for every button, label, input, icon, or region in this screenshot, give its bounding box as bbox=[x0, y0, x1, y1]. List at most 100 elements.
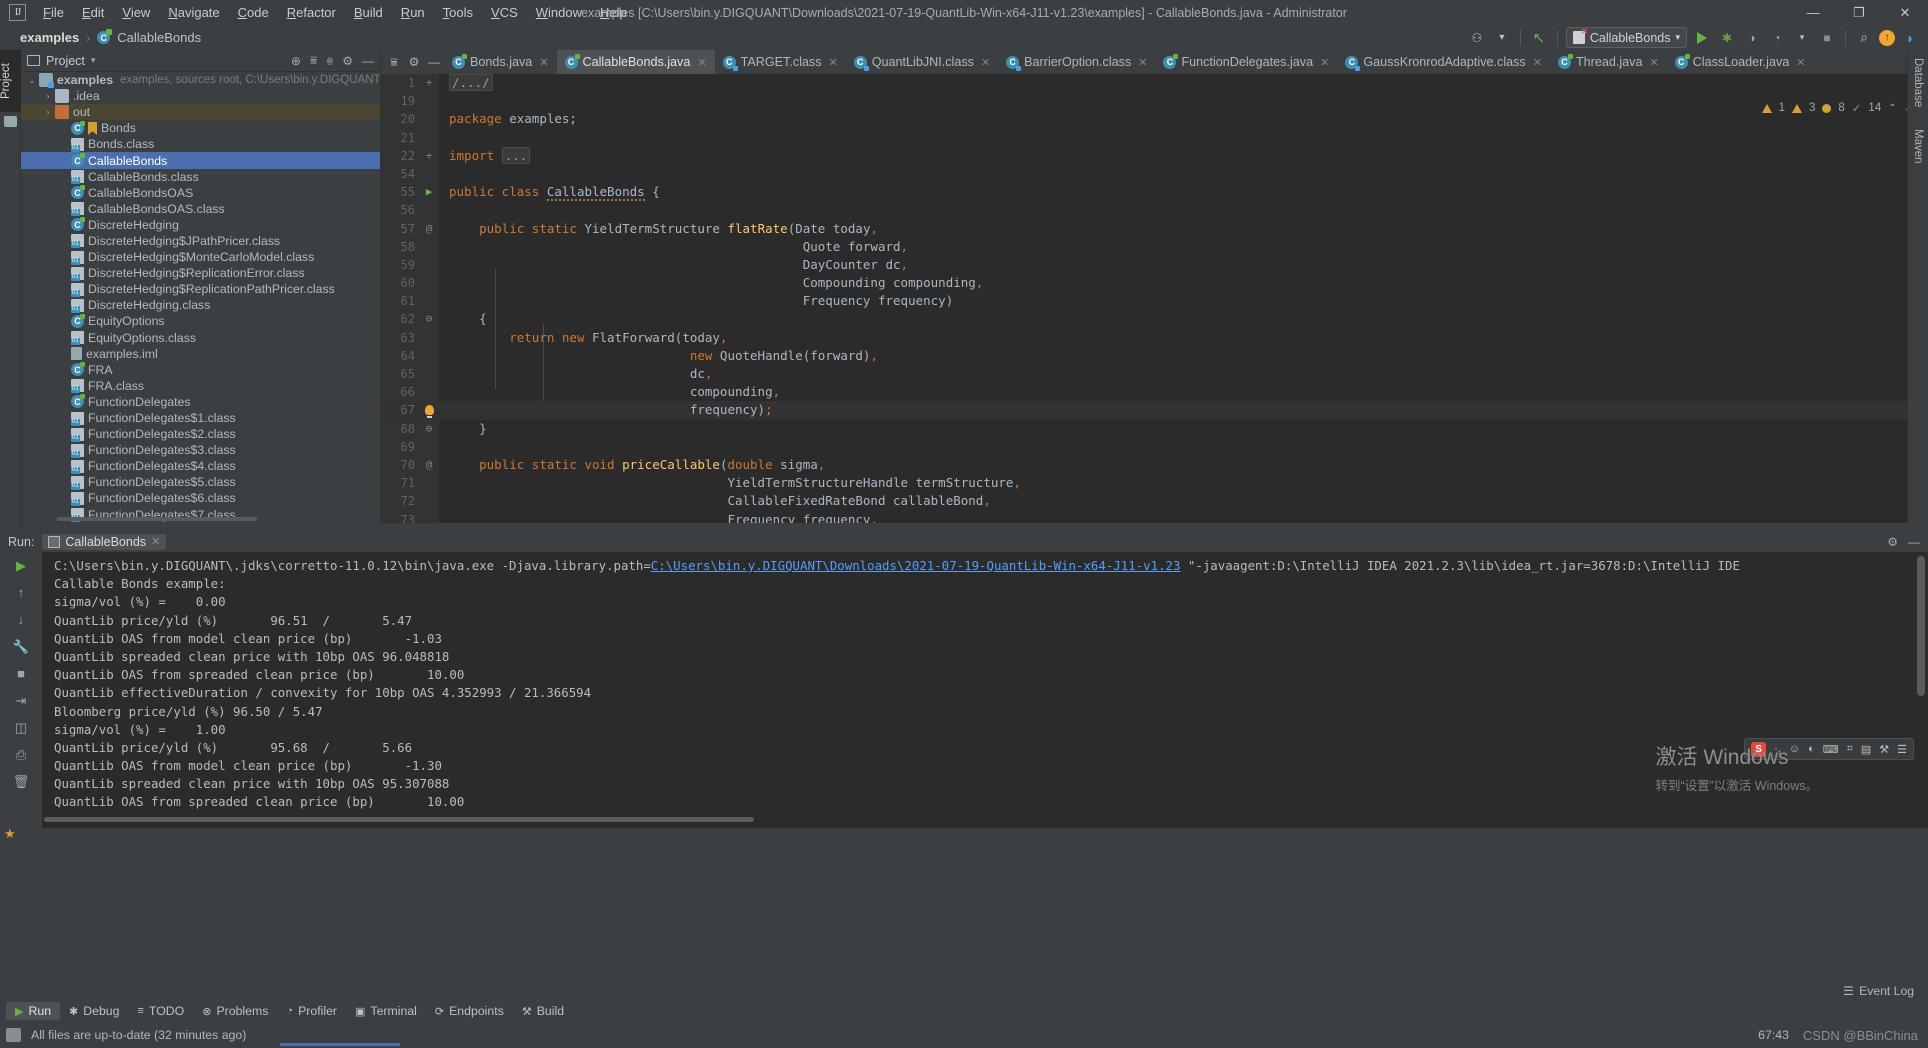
close-icon[interactable]: ✕ bbox=[1533, 56, 1542, 69]
editor-tab-thread-java[interactable]: C Thread.java ✕ bbox=[1549, 50, 1667, 74]
ime-grid-icon[interactable]: ▤ bbox=[1861, 743, 1871, 756]
code-line[interactable]: 55 ▶ public class CallableBonds { bbox=[381, 183, 1928, 202]
scroll-up-icon[interactable]: ↑ bbox=[0, 579, 42, 606]
project-horizontal-scrollbar[interactable] bbox=[57, 517, 257, 521]
tree-item[interactable]: FunctionDelegates$4.class bbox=[21, 458, 380, 474]
code-line[interactable]: 65 dc, bbox=[381, 365, 1928, 383]
project-tree[interactable]: ⌄ examples examples, sources root, C:\User… bbox=[21, 72, 380, 523]
coverage-button[interactable]: ◑ bbox=[1742, 28, 1762, 48]
tree-item[interactable]: C FRA bbox=[21, 362, 380, 378]
editor-tab-functiondelegates-java[interactable]: C FunctionDelegates.java ✕ bbox=[1155, 50, 1338, 74]
code-line[interactable]: 61 Frequency frequency) bbox=[381, 292, 1928, 310]
menu-item-refactor[interactable]: Refactor bbox=[278, 2, 345, 23]
status-menu-icon[interactable] bbox=[6, 1028, 21, 1042]
override-gutter-icon[interactable]: @ bbox=[421, 220, 437, 238]
profiler-button[interactable]: ◔ bbox=[1767, 28, 1787, 48]
close-icon[interactable]: ✕ bbox=[151, 535, 160, 548]
run-session-tab[interactable]: CallableBonds ✕ bbox=[42, 533, 167, 550]
code-line[interactable]: 68 ⊖ } bbox=[381, 420, 1928, 438]
tree-item[interactable]: C DiscreteHedging bbox=[21, 217, 380, 233]
code-line[interactable]: 73 Frequency frequency, bbox=[381, 511, 1928, 524]
tree-item[interactable]: DiscreteHedging$MonteCarloModel.class bbox=[21, 249, 380, 265]
intention-bulb-icon[interactable] bbox=[425, 405, 434, 419]
code-editor[interactable]: 1 + /.../ 19 20 package examples; 21 22 + import … bbox=[381, 74, 1928, 523]
tool-window-button-build[interactable]: ⚒ Build bbox=[513, 1002, 573, 1020]
expand-arrow-icon[interactable]: › bbox=[41, 107, 55, 117]
expand-icon[interactable]: ⩷ bbox=[326, 53, 333, 68]
menu-item-file[interactable]: File bbox=[34, 2, 73, 23]
tool-tab-maven[interactable]: Maven bbox=[1908, 121, 1928, 172]
console-vertical-scrollbar[interactable] bbox=[1917, 556, 1925, 696]
tree-item[interactable]: DiscreteHedging.class bbox=[21, 297, 380, 313]
editor-tab-barrieroption-class[interactable]: C BarrierOption.class ✕ bbox=[998, 50, 1156, 74]
scroll-down-icon[interactable]: ↓ bbox=[0, 606, 42, 633]
code-line[interactable]: 70 @ public static void priceCallable(dou… bbox=[381, 456, 1928, 474]
expand-arrow-icon[interactable]: › bbox=[41, 91, 55, 101]
tool-tab-project[interactable]: Project bbox=[0, 50, 21, 112]
debug-button[interactable]: ✱ bbox=[1717, 28, 1737, 48]
tool-window-button-profiler[interactable]: ◔ Profiler bbox=[277, 1002, 346, 1020]
code-line[interactable]: 62 ⊖ { bbox=[381, 310, 1928, 328]
tree-item[interactable]: C FunctionDelegates bbox=[21, 394, 380, 410]
code-line[interactable]: 54 bbox=[381, 165, 1928, 183]
code-line[interactable]: 19 bbox=[381, 92, 1928, 110]
editor-tab-target-class[interactable]: C TARGET.class ✕ bbox=[714, 50, 846, 74]
code-line[interactable]: 20 package examples; bbox=[381, 110, 1928, 128]
stop-button[interactable]: ■ bbox=[1817, 28, 1837, 48]
fold-gutter-icon[interactable]: ⊖ bbox=[421, 310, 437, 328]
editor-tab-callablebonds-java[interactable]: C CallableBonds.java ✕ bbox=[556, 50, 715, 74]
tree-item[interactable]: FunctionDelegates$6.class bbox=[21, 490, 380, 506]
menu-item-run[interactable]: Run bbox=[392, 2, 434, 23]
fold-gutter-icon[interactable]: + bbox=[421, 74, 437, 92]
tree-item[interactable]: CallableBonds.class bbox=[21, 169, 380, 185]
code-line[interactable]: 67 frequency); bbox=[381, 401, 1928, 420]
code-line[interactable]: 57 @ public static YieldTermStructure fla… bbox=[381, 220, 1928, 238]
tree-item[interactable]: C CallableBondsOAS bbox=[21, 185, 380, 201]
chevron-up-icon[interactable]: ⌃ bbox=[1888, 103, 1896, 114]
editor-tab-classloader-java[interactable]: C ClassLoader.java ✕ bbox=[1666, 50, 1814, 74]
code-lines[interactable]: 1 + /.../ 19 20 package examples; 21 22 + import … bbox=[381, 74, 1928, 523]
tool-window-button-debug[interactable]: ✱ Debug bbox=[60, 1002, 128, 1020]
tool-window-button-problems[interactable]: ⊗ Problems bbox=[193, 1002, 277, 1020]
menu-item-help[interactable]: Help bbox=[591, 2, 636, 23]
trash-icon[interactable]: 🗑 bbox=[0, 768, 42, 795]
tree-item[interactable]: DiscreteHedging$JPathPricer.class bbox=[21, 233, 380, 249]
close-icon[interactable]: ✕ bbox=[829, 56, 838, 69]
maximize-button[interactable]: ❐ bbox=[1836, 0, 1882, 25]
stop-icon[interactable]: ■ bbox=[0, 660, 42, 687]
console-link[interactable]: C:\Users\bin.y.DIGQUANT\Downloads\2021-0… bbox=[651, 558, 1181, 573]
close-button[interactable]: ✕ bbox=[1882, 0, 1928, 25]
locate-icon[interactable]: ⊕ bbox=[291, 54, 301, 68]
tree-item[interactable]: CallableBondsOAS.class bbox=[21, 201, 380, 217]
tool-window-button-endpoints[interactable]: ⟳ Endpoints bbox=[426, 1002, 513, 1020]
console-output[interactable]: C:\Users\bin.y.DIGQUANT\.jdks\corretto-1… bbox=[42, 552, 1928, 828]
profiler-chevron-icon[interactable]: ▾ bbox=[1792, 28, 1812, 48]
close-icon[interactable]: ✕ bbox=[1649, 56, 1658, 69]
override-gutter-icon[interactable]: @ bbox=[421, 456, 437, 474]
event-log-button[interactable]: ☰ Event Log bbox=[1843, 984, 1914, 998]
update-icon[interactable]: ↑ bbox=[1879, 29, 1895, 46]
expand-arrow-icon[interactable]: ⌄ bbox=[25, 75, 39, 86]
code-line[interactable]: 1 + /.../ bbox=[381, 74, 1928, 92]
rerun-icon[interactable]: ▶ bbox=[0, 552, 42, 579]
tool-window-button-todo[interactable]: ≡ TODO bbox=[129, 1002, 194, 1020]
ime-symbol-icon[interactable]: ⌗ bbox=[1847, 743, 1853, 756]
code-line[interactable]: 58 Quote forward, bbox=[381, 238, 1928, 256]
tree-item[interactable]: EquityOptions.class bbox=[21, 330, 380, 346]
menu-item-navigate[interactable]: Navigate bbox=[159, 2, 228, 23]
hide-editor-icon[interactable]: — bbox=[424, 51, 444, 73]
tool-window-button-run[interactable]: ▶ Run bbox=[6, 1002, 61, 1020]
editor-tab-quantlibjni-class[interactable]: C QuantLibJNI.class ✕ bbox=[845, 50, 999, 74]
code-line[interactable]: 64 new QuoteHandle(forward), bbox=[381, 347, 1928, 365]
print-icon[interactable]: ⎙ bbox=[0, 741, 42, 768]
close-icon[interactable]: ✕ bbox=[697, 56, 706, 69]
ide-icon[interactable]: ◗ bbox=[1900, 28, 1920, 48]
run-gutter-icon[interactable]: ▶ bbox=[421, 183, 437, 201]
collapse-icon[interactable]: ⩸ bbox=[384, 51, 404, 73]
hide-run-panel-icon[interactable]: — bbox=[1908, 535, 1920, 549]
ime-menu-icon[interactable]: ☰ bbox=[1897, 743, 1907, 756]
code-line[interactable]: 63 return new FlatForward(today, bbox=[381, 329, 1928, 347]
code-line[interactable]: 59 DayCounter dc, bbox=[381, 256, 1928, 274]
code-line[interactable]: 72 CallableFixedRateBond callableBond, bbox=[381, 492, 1928, 510]
camera-icon[interactable]: ◫ bbox=[0, 714, 42, 741]
